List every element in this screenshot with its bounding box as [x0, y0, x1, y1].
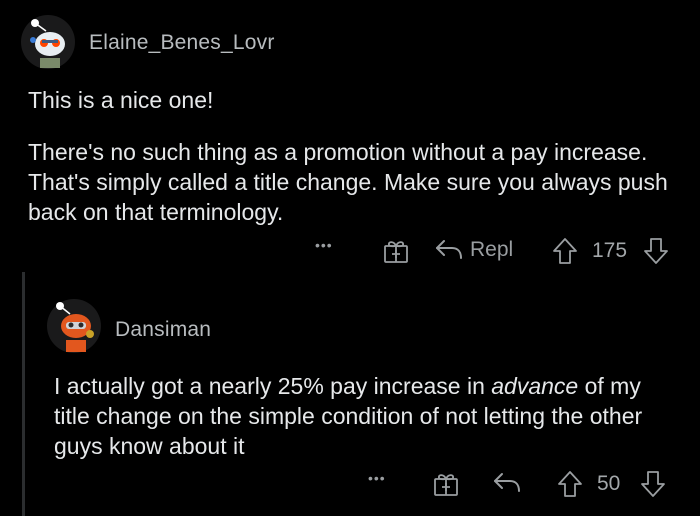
gift-icon: [434, 474, 458, 496]
reply-button[interactable]: [492, 470, 522, 496]
comment-paragraph: This is a nice one!: [28, 87, 214, 113]
downvote-button[interactable]: [640, 470, 666, 498]
username[interactable]: Elaine_Benes_Lovr: [89, 31, 275, 55]
comment-body: This is a nice one! There's no such thin…: [28, 85, 668, 227]
reply-arrow-icon: [494, 473, 520, 492]
downvote-arrow-icon: [641, 471, 665, 497]
score: 50: [597, 472, 620, 496]
score-value: 175: [592, 239, 628, 262]
comment-actions: ••• 50: [0, 468, 700, 500]
comment-paragraph: I actually got a nearly 25% pay increase…: [54, 371, 674, 461]
username[interactable]: Dansiman: [115, 318, 211, 342]
comment-2: Dansiman I actually got a nearly 25% pay…: [0, 272, 700, 516]
comment-paragraph: There's no such thing as a promotion wit…: [28, 139, 668, 225]
user-avatar[interactable]: [46, 298, 102, 354]
user-avatar[interactable]: [20, 14, 76, 70]
upvote-arrow-icon: [558, 471, 582, 497]
snoo-avatar-icon: [21, 15, 75, 69]
score-value: 50: [597, 472, 621, 495]
award-button[interactable]: [432, 470, 460, 498]
downvote-arrow-icon: [644, 238, 668, 264]
comment-actions: ••• Repl 175: [0, 235, 700, 267]
more-options-label: •••: [368, 470, 386, 486]
reply-button[interactable]: Repl: [434, 237, 513, 263]
reply-arrow-icon: [436, 240, 462, 259]
award-button[interactable]: [382, 237, 410, 265]
comment-body: I actually got a nearly 25% pay increase…: [54, 371, 674, 461]
upvote-arrow-icon: [553, 238, 577, 264]
comment-1: Elaine_Benes_Lovr This is a nice one! Th…: [0, 0, 700, 272]
upvote-button[interactable]: [552, 237, 578, 265]
upvote-button[interactable]: [557, 470, 583, 498]
more-options-label: •••: [315, 237, 333, 253]
comment-text-emphasis: advance: [491, 373, 579, 399]
more-options-button[interactable]: •••: [368, 470, 386, 486]
gift-icon: [384, 241, 408, 263]
comment-text-before: I actually got a nearly 25% pay increase…: [54, 373, 492, 399]
more-options-button[interactable]: •••: [315, 237, 333, 253]
downvote-button[interactable]: [643, 237, 669, 265]
score: 175: [592, 239, 627, 263]
snoo-avatar-icon: [47, 299, 101, 353]
reply-label: Repl: [470, 238, 514, 261]
